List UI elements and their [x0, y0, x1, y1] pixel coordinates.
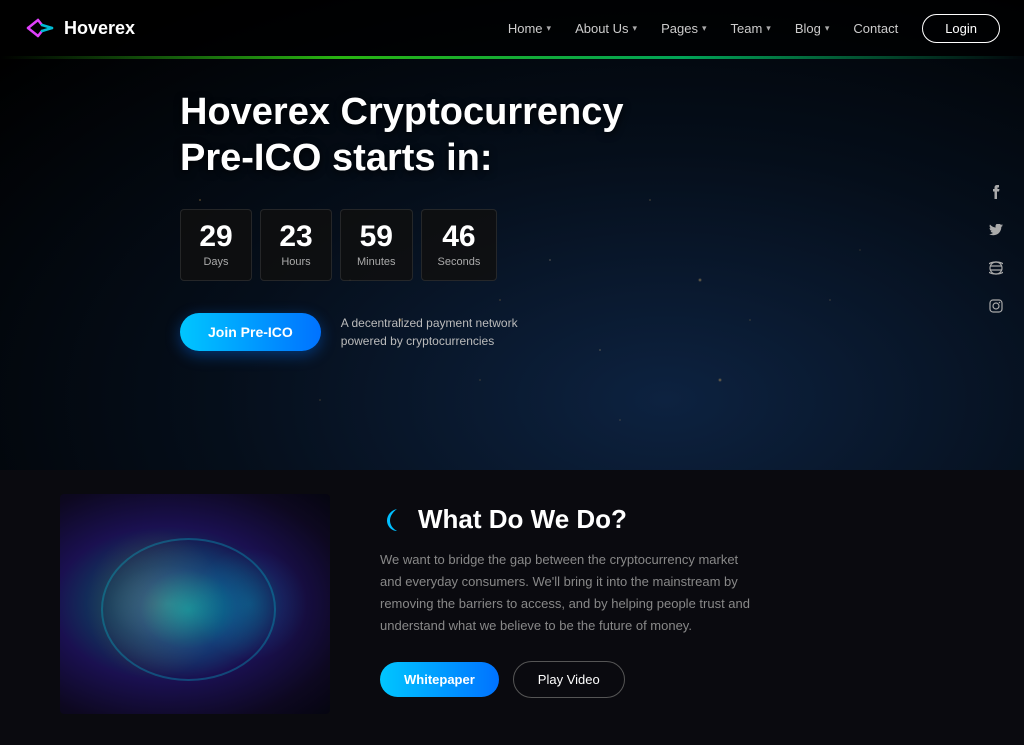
social-sidebar: [984, 180, 1008, 318]
nebula-color-layer2: [182, 538, 317, 670]
whitepaper-button[interactable]: Whitepaper: [380, 662, 499, 697]
nav-link-home[interactable]: Home ▾: [508, 21, 551, 36]
play-video-button[interactable]: Play Video: [513, 661, 625, 698]
what-heading: What Do We Do?: [380, 504, 964, 535]
what-buttons: Whitepaper Play Video: [380, 661, 964, 698]
login-button[interactable]: Login: [922, 14, 1000, 43]
what-body: We want to bridge the gap between the cr…: [380, 549, 760, 637]
chevron-down-icon: ▾: [766, 23, 771, 34]
twitter-icon[interactable]: [984, 218, 1008, 242]
crescent-icon: [380, 506, 408, 534]
countdown-seconds: 46 Seconds: [421, 209, 498, 281]
instagram-icon[interactable]: [984, 294, 1008, 318]
countdown-hours: 23 Hours: [260, 209, 332, 281]
nav-link-pages[interactable]: Pages ▾: [661, 21, 706, 36]
nav-link-blog[interactable]: Blog ▾: [795, 21, 830, 36]
join-pre-ico-button[interactable]: Join Pre-ICO: [180, 313, 321, 351]
hoverex-logo-icon: [24, 12, 56, 44]
chevron-down-icon: ▾: [825, 23, 830, 34]
hero-cta: Join Pre-ICO A decentralized payment net…: [180, 313, 624, 351]
chevron-down-icon: ▾: [633, 23, 638, 34]
nebula-image: [60, 494, 330, 714]
lower-section: What Do We Do? We want to bridge the gap…: [0, 470, 1024, 745]
nav-link-team[interactable]: Team ▾: [730, 21, 770, 36]
chevron-down-icon: ▾: [702, 23, 707, 34]
what-section: What Do We Do? We want to bridge the gap…: [380, 494, 964, 698]
nav-link-about[interactable]: About Us ▾: [575, 21, 637, 36]
nav-logo-text: Hoverex: [64, 18, 135, 39]
hero-section: Hoverex Cryptocurrency Pre-ICO starts in…: [0, 0, 1024, 470]
navbar: Hoverex Home ▾ About Us ▾ Pages ▾ Team ▾…: [0, 0, 1024, 56]
countdown-minutes: 59 Minutes: [340, 209, 413, 281]
hero-tagline: A decentralized payment network powered …: [341, 314, 521, 350]
chevron-down-icon: ▾: [547, 23, 552, 34]
what-title: What Do We Do?: [418, 504, 627, 535]
countdown-days: 29 Days: [180, 209, 252, 281]
dribbble-icon[interactable]: [984, 256, 1008, 280]
nav-link-contact[interactable]: Contact: [853, 21, 898, 36]
nav-logo[interactable]: Hoverex: [24, 12, 135, 44]
facebook-icon[interactable]: [984, 180, 1008, 204]
hero-content: Hoverex Cryptocurrency Pre-ICO starts in…: [180, 90, 624, 351]
nav-links: Home ▾ About Us ▾ Pages ▾ Team ▾ Blog ▾ …: [508, 14, 1000, 43]
hero-title: Hoverex Cryptocurrency Pre-ICO starts in…: [180, 90, 624, 181]
countdown: 29 Days 23 Hours 59 Minutes 46 Seconds: [180, 209, 624, 281]
hero-green-line: [0, 56, 1024, 59]
